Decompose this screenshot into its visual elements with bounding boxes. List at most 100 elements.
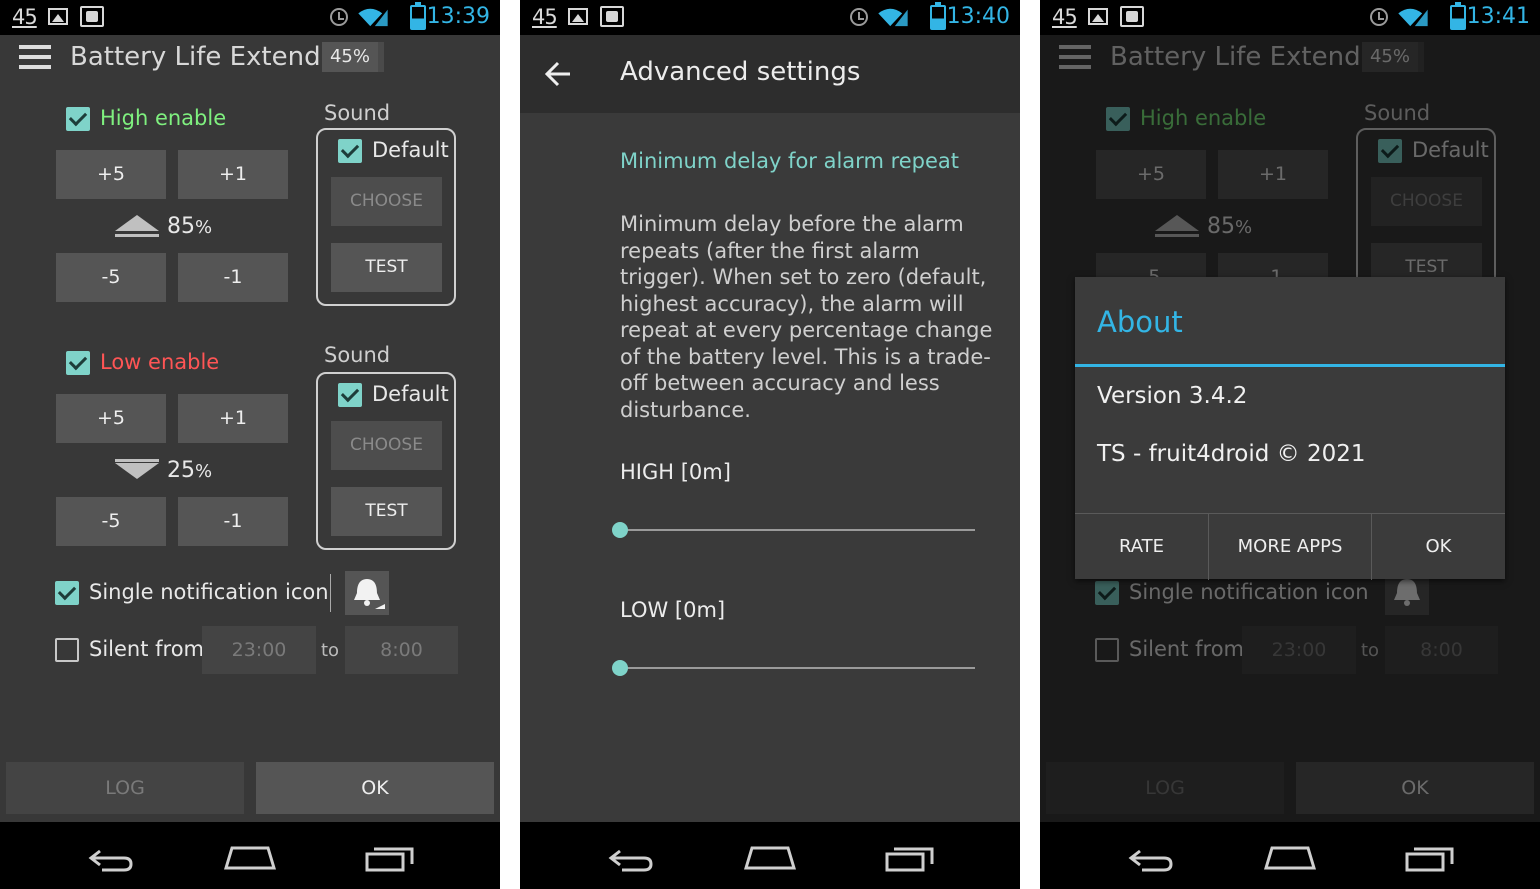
low-default-sound-checkbox[interactable] [338, 383, 362, 407]
high-choose-sound-button[interactable]: CHOOSE [331, 177, 442, 226]
app-title: Battery Life Extender [70, 42, 348, 72]
screenshot-icon [80, 6, 104, 27]
silent-from-checkbox[interactable] [55, 638, 79, 662]
alarm-icon [850, 8, 868, 26]
low-threshold-bar [115, 459, 159, 462]
low-threshold-icon [115, 463, 159, 479]
high-threshold-bar [115, 234, 159, 237]
home-nav-icon[interactable] [1264, 844, 1316, 870]
low-slider-thumb[interactable] [612, 660, 628, 676]
high-threshold-icon [115, 215, 159, 231]
high-minus1-button[interactable]: -1 [178, 253, 288, 302]
page-title: Advanced settings [620, 57, 861, 87]
battery-icon [930, 2, 946, 30]
recent-apps-nav-icon[interactable] [364, 846, 416, 872]
gallery-icon [48, 8, 68, 25]
low-threshold-value: 25% [167, 458, 213, 483]
low-slider-track[interactable] [620, 667, 975, 669]
main-screen: 45 13:39 Battery Life Extender 45% High … [0, 0, 500, 889]
notification-count: 45 [12, 5, 38, 29]
clock: 13:39 [426, 4, 490, 29]
navigation-bar [1040, 822, 1540, 889]
recent-apps-nav-icon[interactable] [1404, 846, 1456, 872]
high-default-sound-label: Default [372, 138, 449, 162]
low-minus1-button[interactable]: -1 [178, 497, 288, 546]
notification-icon-button[interactable] [345, 571, 389, 615]
low-enable-label: Low enable [100, 350, 220, 374]
low-default-sound-label: Default [372, 382, 449, 406]
low-sound-group: Default CHOOSE TEST [316, 372, 456, 550]
about-dialog: About Version 3.4.2 TS - fruit4droid © 2… [1075, 277, 1505, 580]
hamburger-menu-icon[interactable] [19, 45, 51, 69]
clock: 13:41 [1466, 4, 1530, 29]
high-enable-label: High enable [100, 106, 227, 130]
advanced-settings-screen: 45 13:40 Advanced settings Minimum delay… [520, 0, 1020, 889]
battery-icon [410, 2, 426, 30]
high-sound-label: Sound [324, 101, 391, 125]
notification-count: 45 [532, 5, 558, 29]
low-minus5-button[interactable]: -5 [56, 497, 166, 546]
silent-to-label: to [321, 640, 340, 661]
rate-button[interactable]: RATE [1075, 514, 1208, 580]
navigation-bar [520, 822, 1020, 889]
recent-apps-nav-icon[interactable] [884, 846, 936, 872]
low-sound-label: Sound [324, 343, 391, 367]
high-minus5-button[interactable]: -5 [56, 253, 166, 302]
high-plus5-button[interactable]: +5 [56, 150, 166, 199]
high-slider-track[interactable] [620, 529, 975, 531]
dialog-ok-button[interactable]: OK [1372, 514, 1505, 580]
alarm-icon [1370, 8, 1388, 26]
status-bar: 45 13:41 [1040, 0, 1540, 35]
high-sound-group: Default CHOOSE TEST [316, 128, 456, 306]
app-bar: Advanced settings [520, 35, 1020, 113]
single-notification-label: Single notification icon [89, 580, 329, 604]
wifi-signal-icon [878, 8, 908, 27]
screenshot-icon [1120, 6, 1144, 27]
high-threshold-value: 85% [167, 214, 213, 239]
home-nav-icon[interactable] [224, 844, 276, 870]
status-bar: 45 13:40 [520, 0, 1020, 35]
high-enable-checkbox[interactable] [66, 107, 90, 131]
wifi-signal-icon [358, 8, 388, 27]
back-nav-icon[interactable] [88, 848, 134, 872]
single-notification-checkbox[interactable] [55, 581, 79, 605]
log-button[interactable]: LOG [6, 762, 244, 814]
alarm-icon [330, 8, 348, 26]
about-dialog-screen: 45 13:41 Battery Life Extender 45% High … [1040, 0, 1540, 889]
high-test-sound-button[interactable]: TEST [331, 243, 442, 292]
silent-start-time-field[interactable]: 23:00 [202, 626, 316, 674]
pref-description: Minimum delay before the alarm repeats (… [620, 212, 993, 422]
status-bar: 45 13:39 [0, 0, 500, 35]
ok-button[interactable]: OK [256, 762, 494, 814]
gallery-icon [568, 8, 588, 25]
low-plus5-button[interactable]: +5 [56, 394, 166, 443]
navigation-bar [0, 822, 500, 889]
low-plus1-button[interactable]: +1 [178, 394, 288, 443]
divider [330, 574, 331, 612]
low-test-sound-button[interactable]: TEST [331, 487, 442, 536]
gallery-icon [1088, 8, 1108, 25]
high-default-sound-checkbox[interactable] [338, 139, 362, 163]
back-nav-icon[interactable] [608, 848, 654, 872]
low-choose-sound-button[interactable]: CHOOSE [331, 421, 442, 470]
notification-count: 45 [1052, 5, 1078, 29]
high-slider-thumb[interactable] [612, 522, 628, 538]
dialog-button-row: RATE MORE APPS OK [1075, 513, 1505, 580]
screenshot-icon [600, 6, 624, 27]
back-nav-icon[interactable] [1128, 848, 1174, 872]
home-nav-icon[interactable] [744, 844, 796, 870]
low-slider-label: LOW [0m] [620, 598, 726, 622]
high-plus1-button[interactable]: +1 [178, 150, 288, 199]
silent-end-time-field[interactable]: 8:00 [345, 626, 458, 674]
dialog-title: About [1097, 305, 1183, 339]
bell-icon [354, 579, 385, 609]
pref-title: Minimum delay for alarm repeat [620, 149, 960, 173]
low-enable-checkbox[interactable] [66, 351, 90, 375]
more-apps-button[interactable]: MORE APPS [1209, 514, 1371, 580]
version-text: Version 3.4.2 [1097, 383, 1248, 409]
back-arrow-icon[interactable] [544, 61, 572, 87]
dialog-title-divider [1075, 364, 1505, 367]
wifi-signal-icon [1398, 8, 1428, 27]
high-slider-label: HIGH [0m] [620, 460, 731, 484]
silent-from-label: Silent from [89, 637, 205, 661]
